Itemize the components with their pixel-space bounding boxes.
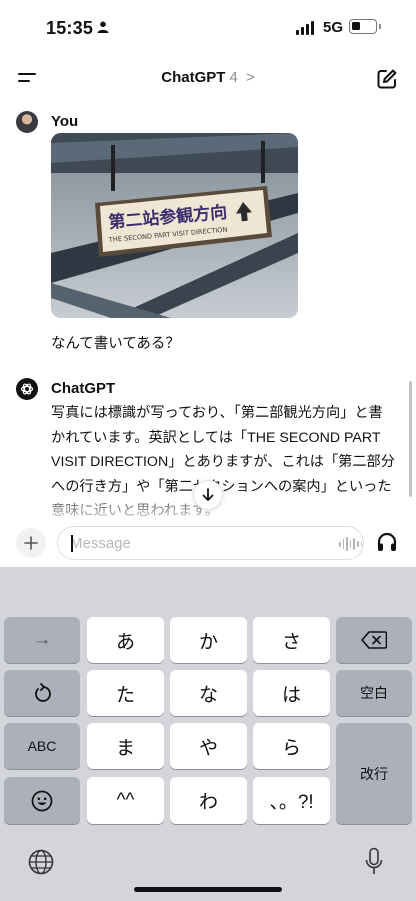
- key-na[interactable]: な: [170, 670, 247, 716]
- scroll-down-button[interactable]: [193, 480, 223, 510]
- space-key[interactable]: 空白: [336, 670, 412, 716]
- headphones-icon[interactable]: [376, 531, 398, 553]
- assistant-name: ChatGPT: [51, 380, 116, 397]
- arrow-down-icon: [202, 488, 214, 501]
- key-wa[interactable]: わ: [170, 777, 247, 824]
- emoji-key[interactable]: [4, 777, 80, 824]
- emoji-icon: [31, 790, 53, 811]
- key-ra[interactable]: ら: [253, 723, 330, 769]
- waveform-icon[interactable]: [339, 536, 363, 552]
- key-punctuation[interactable]: 、。?!: [253, 777, 330, 824]
- key-kaomoji[interactable]: ^^: [87, 777, 164, 824]
- user-name: You: [51, 113, 79, 130]
- abc-key[interactable]: ABC: [4, 723, 80, 769]
- key-a[interactable]: あ: [87, 617, 164, 663]
- attached-photo[interactable]: 第二站参観方向 THE SECOND PART VISIT DIRECTION: [51, 133, 298, 318]
- plus-button[interactable]: [16, 528, 46, 558]
- network-label: 5G: [323, 19, 344, 36]
- model-selector[interactable]: ChatGPT 4 >: [0, 69, 416, 86]
- return-key[interactable]: 改行: [336, 723, 412, 824]
- message-input[interactable]: [70, 527, 330, 559]
- nav-bar: ChatGPT 4 >: [0, 56, 416, 100]
- plus-icon: [24, 536, 38, 550]
- model-version: 4: [229, 69, 238, 86]
- photo-graphic: 第二站参観方向 THE SECOND PART VISIT DIRECTION: [51, 133, 298, 318]
- delete-icon: [361, 631, 387, 649]
- undo-icon: [35, 683, 51, 702]
- page-title: ChatGPT: [161, 69, 226, 86]
- globe-icon[interactable]: [28, 849, 54, 875]
- key-arrow-right[interactable]: →: [4, 617, 80, 663]
- undo-key[interactable]: [4, 670, 80, 716]
- avatar: [16, 111, 38, 133]
- person-icon: [97, 21, 109, 33]
- status-time: 15:35: [46, 18, 94, 38]
- text-caret: [71, 535, 73, 552]
- key-ma[interactable]: ま: [87, 723, 164, 769]
- key-ta[interactable]: た: [87, 670, 164, 716]
- delete-key[interactable]: [336, 617, 412, 663]
- home-indicator: [134, 887, 282, 892]
- key-ha[interactable]: は: [253, 670, 330, 716]
- openai-logo-icon: [16, 378, 38, 400]
- scrollbar[interactable]: [409, 381, 412, 497]
- composer-bar: [0, 520, 416, 567]
- battery-icon: [349, 19, 381, 34]
- key-ka[interactable]: か: [170, 617, 247, 663]
- key-sa[interactable]: さ: [253, 617, 330, 663]
- mic-icon[interactable]: [364, 847, 384, 877]
- compose-icon[interactable]: [376, 68, 398, 90]
- key-ya[interactable]: や: [170, 723, 247, 769]
- signal-icon: [296, 21, 314, 35]
- user-message-text: なんて書いてある？: [51, 336, 180, 352]
- message-field[interactable]: [57, 526, 364, 560]
- chevron-right-icon: >: [245, 69, 255, 86]
- status-bar: 15:35 5G: [0, 0, 416, 52]
